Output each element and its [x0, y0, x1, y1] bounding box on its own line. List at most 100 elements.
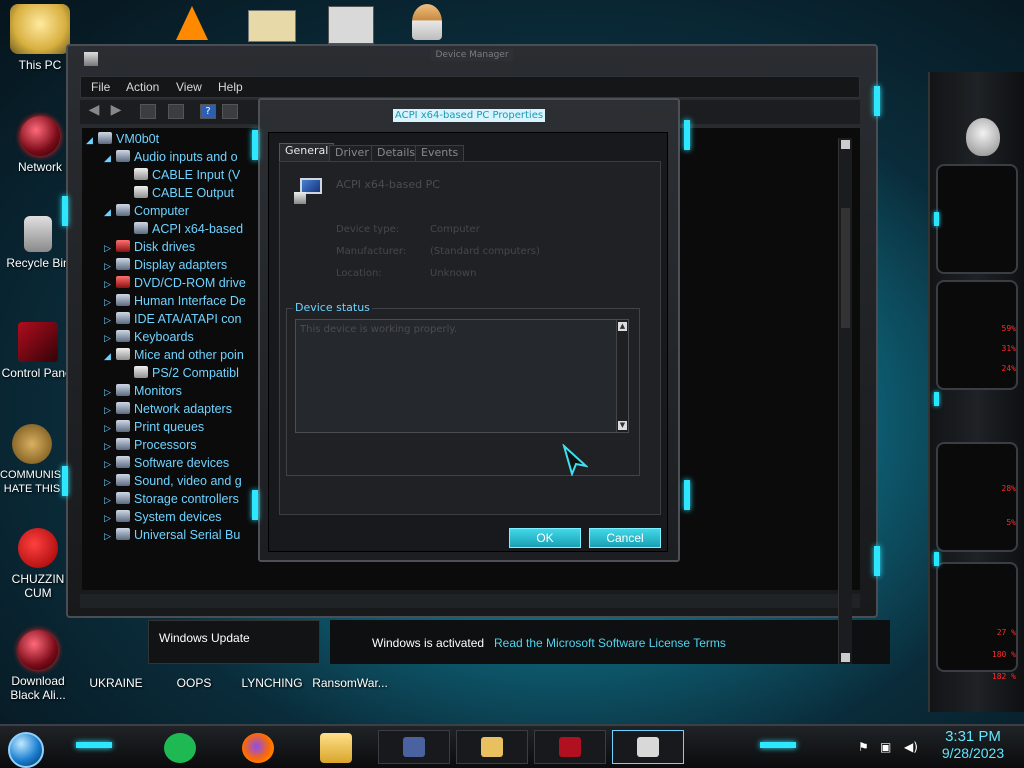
- tab-general[interactable]: General: [279, 143, 335, 161]
- tree-item[interactable]: ▷ Universal Serial Bu: [104, 528, 240, 546]
- menu-file[interactable]: File: [91, 80, 110, 94]
- tree-item[interactable]: ▷ Sound, video and g: [104, 474, 242, 492]
- file-explorer-icon[interactable]: [320, 733, 352, 763]
- expander-icon[interactable]: ▷: [104, 387, 116, 398]
- user-avatar-icon[interactable]: [412, 4, 442, 40]
- scroll-down-icon[interactable]: [841, 653, 850, 662]
- expander-icon[interactable]: ▷: [104, 261, 116, 272]
- computer-icon: [116, 204, 130, 216]
- tree-item[interactable]: ▷ Disk drives: [104, 240, 195, 258]
- menu-help[interactable]: Help: [218, 80, 243, 94]
- taskbar-app-2[interactable]: [456, 730, 528, 764]
- menu-action[interactable]: Action: [126, 80, 159, 94]
- desktop-icon-communism[interactable]: COMMUNISM HATE THIS C: [0, 424, 64, 496]
- help-icon[interactable]: ?: [200, 104, 216, 119]
- expander-icon[interactable]: ◢: [104, 207, 116, 218]
- expander-icon[interactable]: ▷: [104, 243, 116, 254]
- expander-icon[interactable]: ◢: [104, 351, 116, 362]
- taskbar-app-1[interactable]: [378, 730, 450, 764]
- notes-app-icon[interactable]: [164, 733, 196, 763]
- firefox-icon[interactable]: [242, 733, 274, 763]
- expander-icon[interactable]: ▷: [104, 477, 116, 488]
- show-hide-console-tree-icon[interactable]: [140, 104, 156, 119]
- tree-item[interactable]: ▷ Keyboards: [104, 330, 194, 348]
- scroll-down-icon[interactable]: ▼: [618, 421, 627, 430]
- expander-icon[interactable]: ▷: [104, 297, 116, 308]
- cancel-button[interactable]: Cancel: [589, 528, 661, 548]
- desktop-icon-chuzzin[interactable]: CHUZZIN CUM: [0, 528, 76, 600]
- tree-item[interactable]: ▷ Display adapters: [104, 258, 227, 276]
- expander-icon[interactable]: ▷: [104, 441, 116, 452]
- tree-item[interactable]: ▷ System devices: [104, 510, 222, 528]
- tree-item[interactable]: ▷ Print queues: [104, 420, 204, 438]
- license-terms-link[interactable]: Read the Microsoft Software License Term…: [494, 636, 726, 650]
- expander-icon[interactable]: ◢: [86, 135, 98, 146]
- taskbar-app-4[interactable]: [612, 730, 684, 764]
- menu-view[interactable]: View: [176, 80, 202, 94]
- forward-arrow-icon[interactable]: ▶: [108, 103, 124, 119]
- activation-status: Windows is activated: [372, 636, 485, 650]
- tree-item[interactable]: ◢ Computer: [104, 204, 189, 222]
- tree-item[interactable]: ◢ Audio inputs and o: [104, 150, 238, 168]
- hxd-icon[interactable]: [248, 10, 296, 42]
- desktop-icon-control-panel[interactable]: Control Panel: [0, 322, 76, 380]
- tree-item[interactable]: ▷ DVD/CD-ROM drive: [104, 276, 246, 294]
- tab-events[interactable]: Events: [415, 145, 465, 161]
- expander-icon[interactable]: ▷: [104, 423, 116, 434]
- scroll-up-icon[interactable]: [841, 140, 850, 149]
- back-arrow-icon[interactable]: ◀: [86, 103, 102, 119]
- windows-update-panel[interactable]: Windows Update: [148, 620, 320, 664]
- tab-driver[interactable]: Driver: [329, 145, 375, 161]
- device-status-textbox[interactable]: This device is working properly. ▲ ▼: [295, 319, 629, 433]
- tree-item[interactable]: ◢ VM0b0t: [86, 132, 159, 150]
- tree-item[interactable]: ACPI x64-based: [122, 222, 243, 240]
- tree-item[interactable]: ▷ Processors: [104, 438, 197, 456]
- background-scrollbar[interactable]: [838, 138, 852, 664]
- desktop-icon-ransomware[interactable]: RansomWar...: [312, 676, 388, 690]
- tree-item[interactable]: CABLE Input (V: [122, 168, 240, 186]
- status-scrollbar[interactable]: ▲ ▼: [616, 320, 628, 432]
- device-tree[interactable]: ◢ VM0b0t ◢ Audio inputs and o CABLE Input (V…: [82, 128, 262, 590]
- tree-item[interactable]: ▷ Network adapters: [104, 402, 232, 420]
- taskbar-app-3[interactable]: [534, 730, 606, 764]
- tab-details[interactable]: Details: [371, 145, 422, 161]
- tree-item[interactable]: ▷ IDE ATA/ATAPI con: [104, 312, 241, 330]
- start-button[interactable]: [8, 732, 44, 768]
- desktop-icon-label: LYNCHING: [241, 676, 303, 690]
- expander-icon[interactable]: ▷: [104, 531, 116, 542]
- expander-icon[interactable]: ▷: [104, 279, 116, 290]
- expander-icon[interactable]: ▷: [104, 315, 116, 326]
- action-pane-icon[interactable]: [222, 104, 238, 119]
- ok-button[interactable]: OK: [509, 528, 581, 548]
- maze-app-icon[interactable]: [328, 6, 374, 44]
- scroll-up-icon[interactable]: ▲: [618, 322, 627, 331]
- tree-item[interactable]: ▷ Monitors: [104, 384, 182, 402]
- clock[interactable]: 3:31 PM 9/28/2023: [930, 728, 1016, 761]
- expander-icon[interactable]: ▷: [104, 405, 116, 416]
- windows-update-label: Windows Update: [159, 631, 250, 645]
- tree-item[interactable]: ▷ Storage controllers: [104, 492, 239, 510]
- expander-icon[interactable]: ▷: [104, 459, 116, 470]
- desktop-icon-lynching[interactable]: LYNCHING: [234, 676, 310, 690]
- desktop-icon-label: RansomWar...: [312, 676, 388, 690]
- flag-icon[interactable]: ⚑: [858, 740, 869, 754]
- volume-icon[interactable]: ◀): [904, 740, 918, 754]
- device-name: ACPI x64-based PC: [336, 178, 440, 191]
- tree-item[interactable]: PS/2 Compatibl: [122, 366, 239, 384]
- vlc-icon[interactable]: [176, 6, 208, 40]
- desktop-icon-ukraine[interactable]: UKRAINE: [78, 676, 154, 690]
- desktop-icon-oops[interactable]: OOPS: [156, 676, 232, 690]
- tree-item[interactable]: CABLE Output: [122, 186, 234, 204]
- frame-led: [62, 196, 68, 226]
- expander-icon[interactable]: ▷: [104, 513, 116, 524]
- expander-icon[interactable]: ▷: [104, 333, 116, 344]
- expander-icon[interactable]: ◢: [104, 153, 116, 164]
- network-tray-icon[interactable]: ▣: [880, 740, 891, 754]
- tree-item[interactable]: ◢ Mice and other poin: [104, 348, 244, 366]
- desktop-icon-download[interactable]: Download Black Ali...: [0, 630, 76, 702]
- properties-icon[interactable]: [168, 104, 184, 119]
- scroll-thumb[interactable]: [841, 208, 850, 328]
- expander-icon[interactable]: ▷: [104, 495, 116, 506]
- tree-item[interactable]: ▷ Software devices: [104, 456, 229, 474]
- tree-item[interactable]: ▷ Human Interface De: [104, 294, 246, 312]
